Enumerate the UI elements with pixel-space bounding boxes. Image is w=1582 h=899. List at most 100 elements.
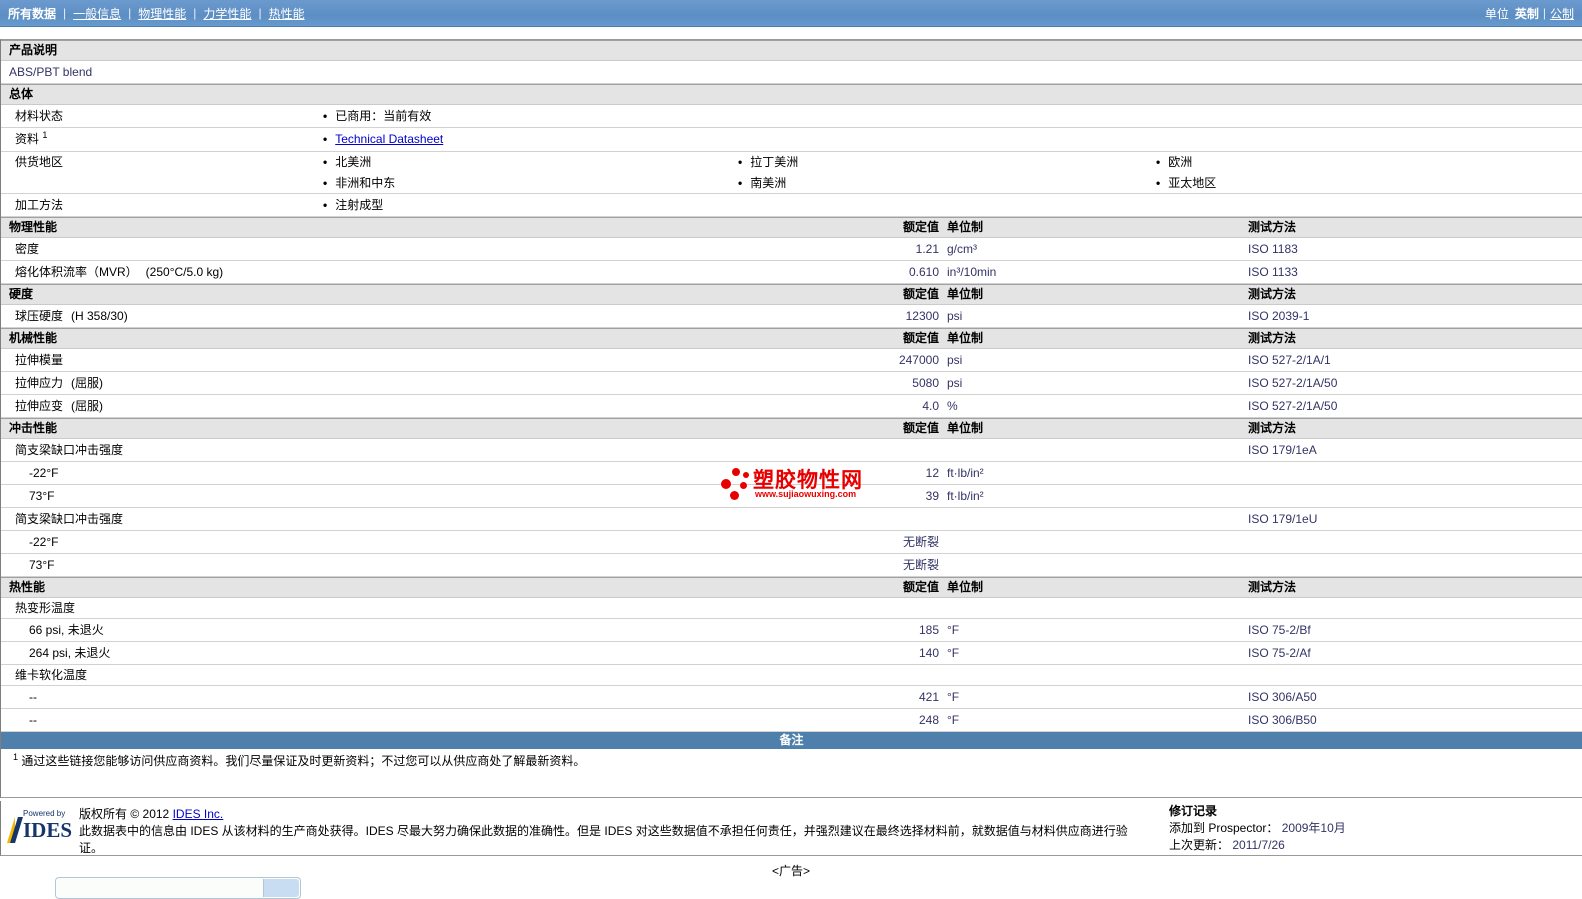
- column-header-unit: 单位制: [947, 331, 984, 345]
- table-row: -- 248 °F ISO 306/B50: [1, 709, 1582, 732]
- units-label: 单位: [1484, 6, 1509, 21]
- test-method: ISO 306/A50: [1248, 690, 1317, 704]
- property-value: 无断裂: [902, 558, 939, 572]
- bullet-icon: •: [738, 176, 743, 190]
- unit-english-current: 英制: [1514, 6, 1539, 21]
- column-header-value: 额定值: [902, 331, 939, 345]
- technical-datasheet-link[interactable]: Technical Datasheet: [335, 132, 443, 146]
- powered-by-label: Powered by: [23, 809, 66, 818]
- nav-item-thermal[interactable]: 热性能: [269, 5, 305, 22]
- footer: Powered by IDES 版权所有 © 2012 IDES Inc. 此数…: [0, 801, 1582, 856]
- footnote-text: 通过这些链接您能够访问供应商资料。我们尽量保证及时更新资料；不过您可以从供应商处…: [21, 754, 586, 768]
- section-header-impact: 冲击性能 额定值 单位制 测试方法: [1, 418, 1582, 439]
- property-label: 简支梁缺口冲击强度: [15, 443, 124, 457]
- column-header-value: 额定值: [902, 287, 939, 301]
- table-row: 简支梁缺口冲击强度 ISO 179/1eU: [1, 508, 1582, 531]
- material-status-row: 材料状态 • 已商用：当前有效: [1, 105, 1582, 128]
- table-row: 拉伸应变 (屈服) 4.0 % ISO 527-2/1A/50: [1, 395, 1582, 418]
- column-header-method: 测试方法: [1248, 421, 1297, 435]
- bullet-icon: •: [1156, 176, 1161, 190]
- property-unit: %: [947, 399, 958, 413]
- column-header-unit: 单位制: [947, 220, 984, 234]
- test-method: ISO 179/1eA: [1248, 443, 1317, 457]
- region-item: • 拉丁美洲: [738, 155, 799, 169]
- property-value: 185: [918, 623, 939, 637]
- nav-links: 所有数据 | 一般信息 | 物理性能 | 力学性能 | 热性能: [8, 5, 305, 22]
- copyright-year: © 2012: [130, 807, 170, 821]
- table-row: -- 421 °F ISO 306/A50: [1, 686, 1582, 709]
- property-unit: ft·lb/in²: [947, 489, 984, 503]
- nav-item-all-data[interactable]: 所有数据: [8, 5, 56, 22]
- nav-item-mechanical[interactable]: 力学性能: [203, 5, 251, 22]
- property-unit: ft·lb/in²: [947, 466, 984, 480]
- section-header-thermal: 热性能 额定值 单位制 测试方法: [1, 577, 1582, 598]
- section-title: 产品说明: [9, 43, 58, 57]
- table-row: -22°F 12 ft·lb/in²: [1, 462, 1582, 485]
- nav-item-general-info[interactable]: 一般信息: [73, 5, 121, 22]
- table-row: 拉伸模量 247000 psi ISO 527-2/1A/1: [1, 349, 1582, 372]
- table-row: 简支梁缺口冲击强度 ISO 179/1eA: [1, 439, 1582, 462]
- table-row: 264 psi, 未退火 140 °F ISO 75-2/Af: [1, 642, 1582, 665]
- property-unit: psi: [947, 309, 963, 323]
- revision-record: 修订记录 添加到 Prospector： 2009年10月 上次更新： 2011…: [1169, 803, 1346, 854]
- nav-separator: |: [193, 6, 197, 20]
- revision-title: 修订记录: [1169, 804, 1218, 818]
- property-value: 0.610: [908, 265, 939, 279]
- section-header-product: 产品说明: [1, 40, 1582, 61]
- property-value: 5080: [912, 376, 939, 390]
- test-method: ISO 75-2/Af: [1248, 646, 1311, 660]
- column-header-value: 额定值: [902, 580, 939, 594]
- ides-logo[interactable]: Powered by IDES: [7, 809, 73, 847]
- disclaimer-text: 此数据表中的信息由 IDES 从该材料的生产商处获得。IDES 尽最大努力确保此…: [79, 824, 1128, 855]
- property-value: 4.0: [922, 399, 939, 413]
- property-unit: in³/10min: [947, 265, 997, 279]
- column-header-method: 测试方法: [1248, 220, 1297, 234]
- section-header-physical: 物理性能 额定值 单位制 测试方法: [1, 217, 1582, 238]
- section-header-hardness: 硬度 额定值 单位制 测试方法: [1, 284, 1582, 305]
- property-value: 421: [918, 690, 939, 704]
- dropdown-button[interactable]: [263, 879, 299, 897]
- status-value: • 已商用：当前有效: [323, 109, 432, 123]
- unit-metric-link[interactable]: 公制: [1550, 5, 1574, 22]
- processing-value: • 注射成型: [323, 198, 384, 212]
- property-value: 1.21: [915, 242, 939, 256]
- table-row: 热变形温度: [1, 598, 1582, 619]
- ad-select-dropdown[interactable]: [55, 877, 301, 899]
- table-row: 球压硬度 (H 358/30) 12300 psi ISO 2039-1: [1, 305, 1582, 328]
- footnote-marker: 1: [42, 130, 48, 140]
- test-method: ISO 1183: [1248, 242, 1298, 256]
- ides-inc-link[interactable]: IDES Inc.: [173, 807, 224, 821]
- table-row: 维卡软化温度: [1, 665, 1582, 686]
- bullet-icon: •: [323, 132, 328, 146]
- processing-row: 加工方法 • 注射成型: [1, 194, 1582, 217]
- nav-item-physical[interactable]: 物理性能: [138, 5, 186, 22]
- bullet-icon: •: [323, 155, 328, 169]
- property-value: 140: [918, 646, 939, 660]
- resource-row: 资料 1 • Technical Datasheet: [1, 128, 1582, 152]
- column-header-unit: 单位制: [947, 580, 984, 594]
- property-unit: psi: [947, 376, 963, 390]
- bullet-icon: •: [323, 176, 328, 190]
- row-label: 加工方法: [15, 198, 64, 212]
- column-header-method: 测试方法: [1248, 580, 1297, 594]
- availability-row: 供货地区 • 北美洲 • 拉丁美洲 • 欧洲 • 非洲和中东 • 南美洲 • 亚太地区: [1, 152, 1582, 194]
- column-header-value: 额定值: [902, 220, 939, 234]
- datasheet-content: 产品说明 ABS/PBT blend 总体 材料状态 • 已商用：当前有效 资料 …: [0, 39, 1582, 798]
- property-unit: °F: [947, 690, 960, 704]
- region-item: • 亚太地区: [1156, 176, 1217, 190]
- property-label: 维卡软化温度: [15, 668, 88, 682]
- footer-text: 版权所有 © 2012 IDES Inc. 此数据表中的信息由 IDES 从该材…: [79, 806, 1149, 855]
- added-label: 添加到 Prospector：: [1169, 821, 1279, 835]
- table-row: 熔化体积流率（MVR） (250°C/5.0 kg) 0.610 in³/10mi…: [1, 261, 1582, 284]
- region-item: • 北美洲: [323, 155, 372, 169]
- property-value: 39: [925, 489, 939, 503]
- column-header-method: 测试方法: [1248, 287, 1297, 301]
- notes-title: 备注: [779, 733, 804, 747]
- copyright-label: 版权所有: [79, 807, 128, 821]
- property-value: 12: [925, 466, 939, 480]
- section-header-general: 总体: [1, 84, 1582, 105]
- updated-label: 上次更新：: [1169, 838, 1230, 852]
- region-item: • 非洲和中东: [323, 176, 396, 190]
- table-row: 73°F 无断裂: [1, 554, 1582, 577]
- test-method: ISO 527-2/1A/50: [1248, 376, 1338, 390]
